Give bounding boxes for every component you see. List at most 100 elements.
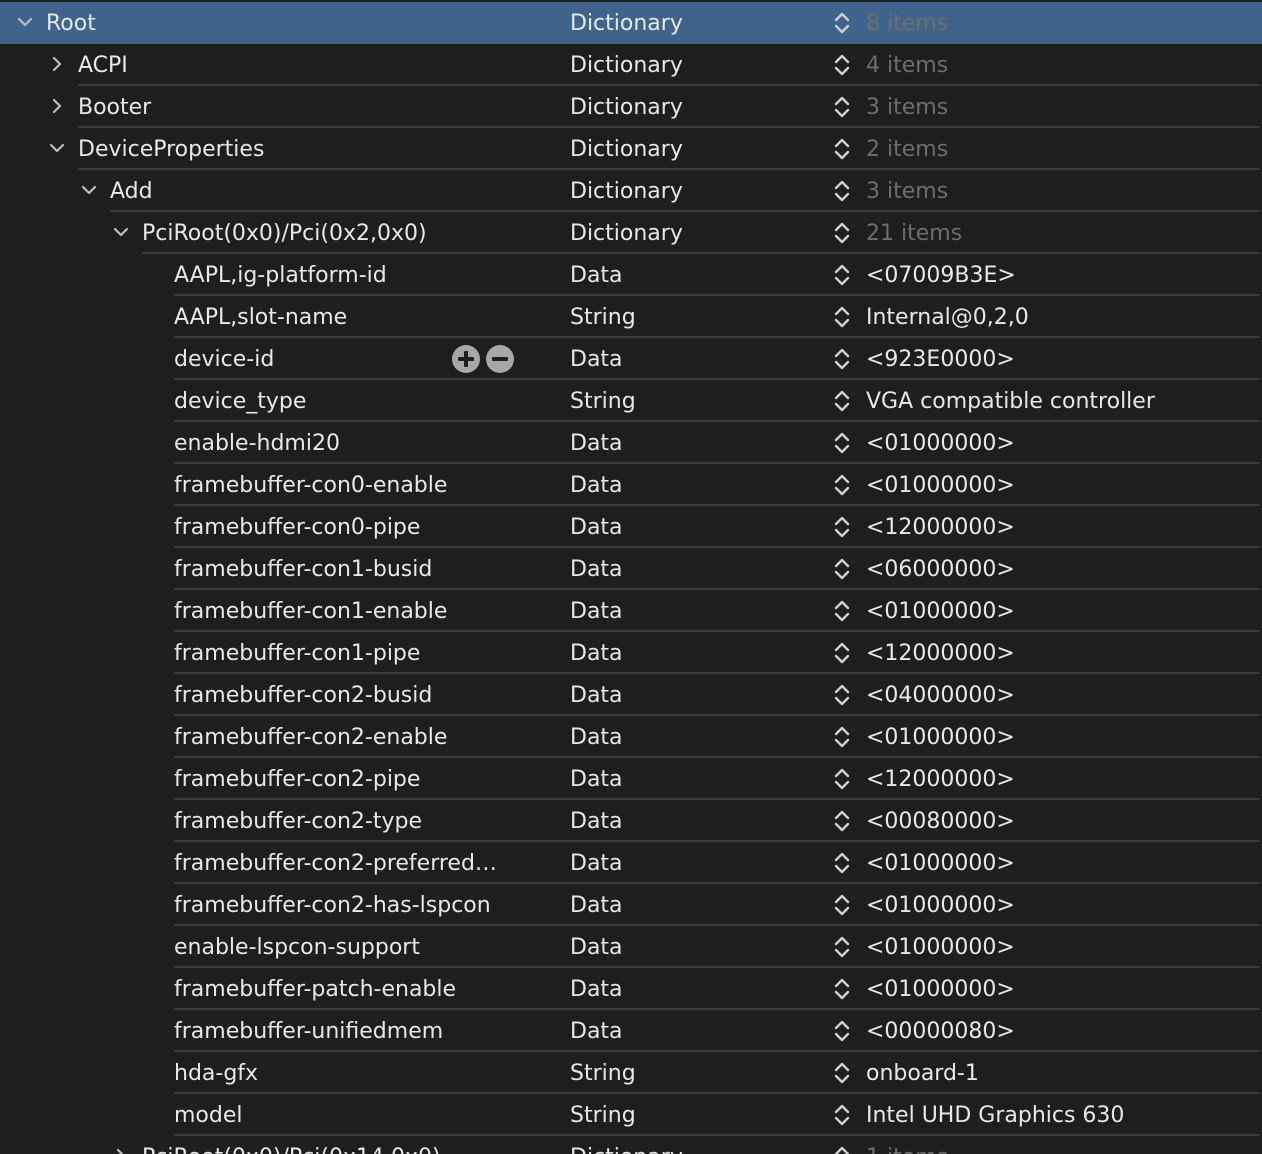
outline-row[interactable]: Root Dictionary 8 items bbox=[0, 2, 1262, 44]
row-type[interactable]: Data bbox=[570, 254, 623, 296]
row-value[interactable]: <01000000> bbox=[866, 716, 1015, 758]
row-type[interactable]: Dictionary bbox=[570, 128, 683, 170]
up-down-stepper-icon[interactable] bbox=[832, 430, 852, 456]
row-type[interactable]: Data bbox=[570, 338, 623, 380]
plus-circle-icon[interactable] bbox=[452, 345, 480, 373]
chevron-right-icon[interactable] bbox=[46, 53, 68, 75]
row-key[interactable]: framebuffer-con2-enable bbox=[174, 716, 447, 758]
row-type[interactable]: String bbox=[570, 296, 636, 338]
up-down-stepper-icon[interactable] bbox=[832, 94, 852, 120]
row-value[interactable]: <04000000> bbox=[866, 674, 1015, 716]
chevron-right-icon[interactable] bbox=[46, 95, 68, 117]
row-key[interactable]: framebuffer-con2-preferred… bbox=[174, 842, 497, 884]
row-key[interactable]: framebuffer-con0-pipe bbox=[174, 506, 420, 548]
row-value[interactable]: Intel UHD Graphics 630 bbox=[866, 1094, 1124, 1136]
outline-row[interactable]: framebuffer-con0-enable Data <01000000> bbox=[0, 464, 1262, 506]
up-down-stepper-icon[interactable] bbox=[832, 766, 852, 792]
outline-row[interactable]: DeviceProperties Dictionary 2 items bbox=[0, 128, 1262, 170]
row-value[interactable]: <00080000> bbox=[866, 800, 1015, 842]
outline-row[interactable]: device_type String VGA compatible controll… bbox=[0, 380, 1262, 422]
outline-row[interactable]: framebuffer-con2-preferred… Data <01000000… bbox=[0, 842, 1262, 884]
row-key[interactable]: framebuffer-unifiedmem bbox=[174, 1010, 443, 1052]
outline-row[interactable]: Booter Dictionary 3 items bbox=[0, 86, 1262, 128]
outline-row[interactable]: PciRoot(0x0)/Pci(0x2,0x0) Dictionary 21 it… bbox=[0, 212, 1262, 254]
row-key[interactable]: AAPL,slot-name bbox=[174, 296, 347, 338]
row-type[interactable]: Data bbox=[570, 716, 623, 758]
row-key[interactable]: AAPL,ig-platform-id bbox=[174, 254, 387, 296]
row-type[interactable]: Data bbox=[570, 758, 623, 800]
row-value[interactable]: <12000000> bbox=[866, 506, 1015, 548]
row-key[interactable]: DeviceProperties bbox=[78, 128, 264, 170]
outline-row[interactable]: framebuffer-con0-pipe Data <12000000> bbox=[0, 506, 1262, 548]
outline-row[interactable]: framebuffer-con2-has-lspcon Data <01000000… bbox=[0, 884, 1262, 926]
row-value[interactable]: <01000000> bbox=[866, 926, 1015, 968]
chevron-down-icon[interactable] bbox=[78, 179, 100, 201]
outline-row[interactable]: model String Intel UHD Graphics 630 bbox=[0, 1094, 1262, 1136]
outline-row[interactable]: enable-hdmi20 Data <01000000> bbox=[0, 422, 1262, 464]
row-key[interactable]: model bbox=[174, 1094, 243, 1136]
row-type[interactable]: Data bbox=[570, 590, 623, 632]
up-down-stepper-icon[interactable] bbox=[832, 808, 852, 834]
row-value[interactable]: <12000000> bbox=[866, 632, 1015, 674]
up-down-stepper-icon[interactable] bbox=[832, 304, 852, 330]
row-key[interactable]: Root bbox=[46, 2, 96, 44]
row-value[interactable]: onboard-1 bbox=[866, 1052, 979, 1094]
row-key[interactable]: PciRoot(0x0)/Pci(0x14,0x0) bbox=[142, 1136, 441, 1154]
up-down-stepper-icon[interactable] bbox=[832, 976, 852, 1002]
row-key[interactable]: enable-hdmi20 bbox=[174, 422, 340, 464]
row-type[interactable]: Data bbox=[570, 422, 623, 464]
row-type[interactable]: Dictionary bbox=[570, 2, 683, 44]
outline-row[interactable]: framebuffer-con1-pipe Data <12000000> bbox=[0, 632, 1262, 674]
row-key[interactable]: framebuffer-con1-enable bbox=[174, 590, 447, 632]
row-value[interactable]: VGA compatible controller bbox=[866, 380, 1155, 422]
row-value[interactable]: <12000000> bbox=[866, 758, 1015, 800]
row-key[interactable]: hda-gfx bbox=[174, 1052, 258, 1094]
row-value[interactable]: Internal@0,2,0 bbox=[866, 296, 1029, 338]
outline-row[interactable]: Add Dictionary 3 items bbox=[0, 170, 1262, 212]
row-type[interactable]: String bbox=[570, 1052, 636, 1094]
row-key[interactable]: framebuffer-con2-type bbox=[174, 800, 422, 842]
outline-row[interactable]: AAPL,slot-name String Internal@0,2,0 bbox=[0, 296, 1262, 338]
row-key[interactable]: framebuffer-con0-enable bbox=[174, 464, 447, 506]
row-value[interactable]: <01000000> bbox=[866, 968, 1015, 1010]
outline-row[interactable]: framebuffer-patch-enable Data <01000000> bbox=[0, 968, 1262, 1010]
outline-row[interactable]: device-id Data <923E0000> bbox=[0, 338, 1262, 380]
row-key[interactable]: framebuffer-con2-pipe bbox=[174, 758, 420, 800]
row-type[interactable]: Data bbox=[570, 842, 623, 884]
outline-row[interactable]: framebuffer-con1-busid Data <06000000> bbox=[0, 548, 1262, 590]
row-value[interactable]: <01000000> bbox=[866, 884, 1015, 926]
row-value[interactable]: <07009B3E> bbox=[866, 254, 1016, 296]
row-value[interactable]: <06000000> bbox=[866, 548, 1015, 590]
up-down-stepper-icon[interactable] bbox=[832, 10, 852, 36]
row-type[interactable]: Data bbox=[570, 506, 623, 548]
outline-row[interactable]: hda-gfx String onboard-1 bbox=[0, 1052, 1262, 1094]
row-type[interactable]: Data bbox=[570, 800, 623, 842]
row-type[interactable]: Data bbox=[570, 926, 623, 968]
up-down-stepper-icon[interactable] bbox=[832, 1102, 852, 1128]
row-type[interactable]: Data bbox=[570, 674, 623, 716]
row-value[interactable]: <01000000> bbox=[866, 422, 1015, 464]
row-value[interactable]: <01000000> bbox=[866, 842, 1015, 884]
outline-row[interactable]: framebuffer-con2-pipe Data <12000000> bbox=[0, 758, 1262, 800]
row-type[interactable]: Dictionary bbox=[570, 170, 683, 212]
row-type[interactable]: Dictionary bbox=[570, 1136, 683, 1154]
row-type[interactable]: Dictionary bbox=[570, 212, 683, 254]
row-key[interactable]: Booter bbox=[78, 86, 151, 128]
up-down-stepper-icon[interactable] bbox=[832, 1144, 852, 1154]
row-key[interactable]: ACPI bbox=[78, 44, 128, 86]
row-value[interactable]: <01000000> bbox=[866, 464, 1015, 506]
row-type[interactable]: Data bbox=[570, 1010, 623, 1052]
up-down-stepper-icon[interactable] bbox=[832, 220, 852, 246]
up-down-stepper-icon[interactable] bbox=[832, 514, 852, 540]
outline-row[interactable]: AAPL,ig-platform-id Data <07009B3E> bbox=[0, 254, 1262, 296]
row-key[interactable]: framebuffer-con1-pipe bbox=[174, 632, 420, 674]
chevron-down-icon[interactable] bbox=[110, 221, 132, 243]
up-down-stepper-icon[interactable] bbox=[832, 682, 852, 708]
up-down-stepper-icon[interactable] bbox=[832, 934, 852, 960]
outline-row[interactable]: framebuffer-con2-busid Data <04000000> bbox=[0, 674, 1262, 716]
up-down-stepper-icon[interactable] bbox=[832, 178, 852, 204]
row-key[interactable]: Add bbox=[110, 170, 153, 212]
row-key[interactable]: framebuffer-con1-busid bbox=[174, 548, 432, 590]
row-key[interactable]: framebuffer-con2-busid bbox=[174, 674, 432, 716]
row-type[interactable]: String bbox=[570, 380, 636, 422]
